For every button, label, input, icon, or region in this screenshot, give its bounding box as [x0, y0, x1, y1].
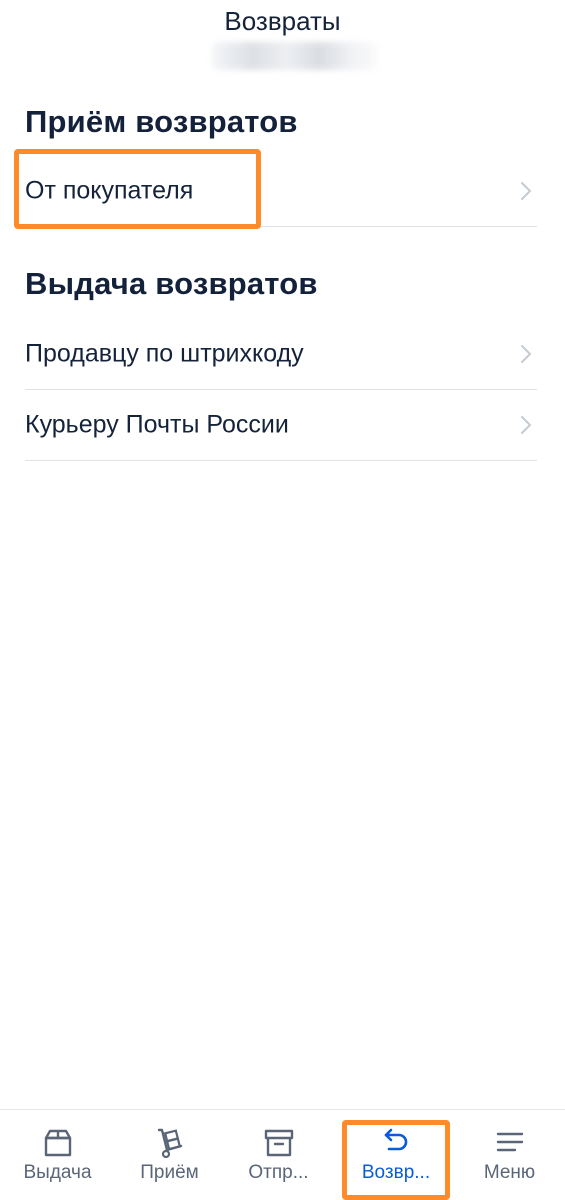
chevron-right-icon [519, 343, 533, 365]
tab-send[interactable]: Отпр... [226, 1110, 331, 1200]
list-item-to-russian-post-courier[interactable]: Курьеру Почты России [25, 390, 537, 461]
tab-label: Приём [140, 1162, 199, 1183]
return-arrow-icon [379, 1126, 413, 1160]
top-header: Возвраты [0, 0, 565, 80]
tab-label: Возвр... [361, 1162, 431, 1183]
tab-label: Отпр... [248, 1162, 309, 1183]
tab-issue[interactable]: Выдача [5, 1110, 110, 1200]
list-item-to-seller-by-barcode[interactable]: Продавцу по штрихкоду [25, 319, 537, 390]
section-heading-issue-returns: Выдача возвратов [25, 266, 318, 301]
tab-returns[interactable]: Возвр... [344, 1110, 448, 1200]
tab-receive[interactable]: Приём [117, 1110, 222, 1200]
archive-icon [262, 1126, 296, 1160]
hand-truck-icon [153, 1126, 187, 1160]
tab-menu[interactable]: Меню [457, 1110, 562, 1200]
tab-label: Выдача [23, 1162, 92, 1183]
bottom-navigation: Выдача Приём Отпр... Возвр... Меню [0, 1109, 565, 1200]
section-heading-receive-returns: Приём возвратов [25, 104, 298, 139]
tab-label: Меню [483, 1162, 536, 1183]
menu-icon [493, 1126, 527, 1160]
chevron-right-icon [519, 414, 533, 436]
chevron-right-icon [519, 180, 533, 202]
blurred-subtitle [212, 42, 377, 70]
list-item-label: От покупателя [25, 176, 194, 205]
box-icon [41, 1126, 75, 1160]
list-item-label: Курьеру Почты России [25, 410, 289, 439]
list-item-label: Продавцу по штрихкоду [25, 339, 304, 368]
list-item-from-buyer[interactable]: От покупателя [25, 156, 537, 227]
page-title: Возвраты [224, 6, 341, 36]
